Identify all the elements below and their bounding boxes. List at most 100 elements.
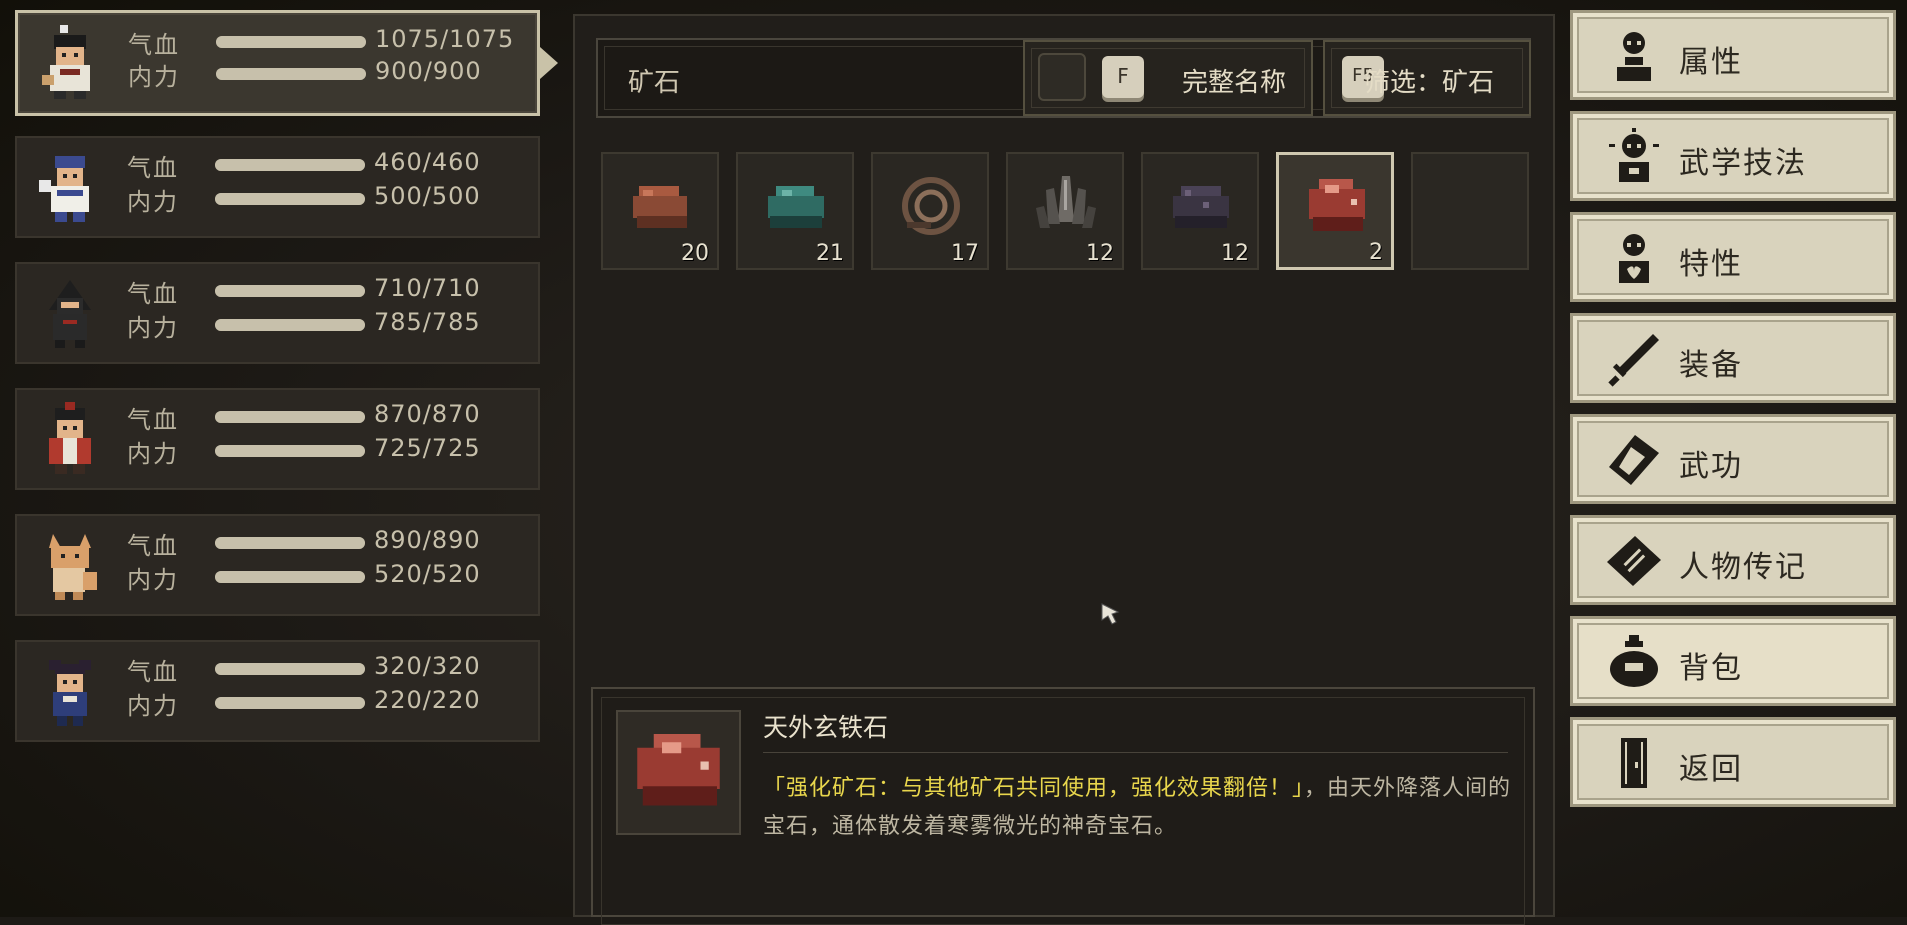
item-count: 12 xyxy=(1221,241,1249,266)
item-slot[interactable]: 20 xyxy=(601,152,719,270)
item-count: 21 xyxy=(816,241,844,266)
hp-value: 870/870 xyxy=(374,400,481,428)
mp-row: 内力 725/725 xyxy=(127,434,527,468)
hp-bar xyxy=(215,411,365,423)
hp-value: 890/890 xyxy=(374,526,481,554)
hp-value: 460/460 xyxy=(374,148,481,176)
menu-label: 背包 xyxy=(1679,651,1743,686)
fox-avatar xyxy=(49,534,97,600)
mp-value: 900/900 xyxy=(375,57,482,85)
mp-row: 内力 785/785 xyxy=(127,308,527,342)
item-slot[interactable]: 12 xyxy=(1141,152,1259,270)
hand-cursor-icon xyxy=(1101,603,1120,625)
party-member-1[interactable]: 气血 1075/1075 内力 900/900 xyxy=(15,10,558,116)
menu-return[interactable]: 返回 xyxy=(1570,717,1896,807)
fullname-checkbox[interactable] xyxy=(1038,53,1086,101)
party-member-6[interactable]: 气血 320/320 内力 220/220 xyxy=(15,640,540,742)
mp-value: 500/500 xyxy=(374,182,481,210)
mp-bar xyxy=(215,445,365,457)
menu-label: 人物传记 xyxy=(1679,550,1807,585)
brown-ore-icon xyxy=(633,186,687,228)
menu-label: 特性 xyxy=(1679,247,1743,282)
mp-value: 725/725 xyxy=(374,434,481,462)
f-key-icon: F xyxy=(1102,56,1144,98)
mp-value: 520/520 xyxy=(374,560,481,588)
hp-row: 气血 890/890 xyxy=(127,526,527,560)
menu-label: 武学技法 xyxy=(1679,146,1807,181)
hp-label: 气血 xyxy=(127,406,179,434)
hp-label: 气血 xyxy=(127,280,179,308)
ninja-avatar xyxy=(49,280,91,348)
hp-label: 气血 xyxy=(127,532,179,560)
hp-row: 气血 1075/1075 xyxy=(128,25,528,59)
item-count: 12 xyxy=(1086,241,1114,266)
menu-equipment[interactable]: 装备 xyxy=(1570,313,1896,403)
scholar-avatar xyxy=(39,156,89,222)
item-slot[interactable]: 12 xyxy=(1006,152,1124,270)
hero-avatar xyxy=(42,25,90,99)
mp-bar xyxy=(215,193,365,205)
hp-row: 气血 870/870 xyxy=(127,400,527,434)
menu-attributes[interactable]: 属性 xyxy=(1570,10,1896,100)
hp-label: 气血 xyxy=(127,658,179,686)
teal-ore-icon xyxy=(768,186,824,228)
mp-bar xyxy=(216,68,366,80)
mp-bar xyxy=(215,697,365,709)
search-text: 矿石 xyxy=(628,68,681,98)
selection-arrow-icon xyxy=(540,47,558,79)
hp-row: 气血 460/460 xyxy=(127,148,527,182)
item-name: 天外玄铁石 xyxy=(763,713,889,742)
party-member-2[interactable]: 气血 460/460 内力 500/500 xyxy=(15,136,540,238)
sword-icon xyxy=(1608,334,1659,387)
hp-value: 1075/1075 xyxy=(375,25,515,53)
mp-row: 内力 900/900 xyxy=(128,57,528,91)
hp-bar xyxy=(215,663,365,675)
red-meteor-ore-icon xyxy=(637,734,720,806)
mp-value: 785/785 xyxy=(374,308,481,336)
menu-biography[interactable]: 人物传记 xyxy=(1570,515,1896,605)
mp-row: 内力 500/500 xyxy=(127,182,527,216)
girl-avatar xyxy=(49,660,91,726)
menu-backpack[interactable]: 背包 xyxy=(1570,616,1896,706)
person-icon xyxy=(1617,32,1651,81)
hp-row: 气血 710/710 xyxy=(127,274,527,308)
hp-label: 气血 xyxy=(128,31,180,59)
mp-row: 内力 220/220 xyxy=(127,686,527,720)
heart-person-icon xyxy=(1619,234,1649,283)
item-slot-empty[interactable] xyxy=(1411,152,1529,270)
dark-ore-icon xyxy=(1173,186,1229,228)
item-description: 「强化矿石：与其他矿石共同使用，强化效果翻倍！」，由天外降落人间的宝石，通体散发… xyxy=(763,770,1513,846)
menu-traits[interactable]: 特性 xyxy=(1570,212,1896,302)
menu-martial-techniques[interactable]: 武学技法 xyxy=(1570,111,1896,201)
mp-label: 内力 xyxy=(127,314,179,342)
biography-book-icon xyxy=(1607,536,1661,586)
party-member-4[interactable]: 气血 870/870 内力 725/725 xyxy=(15,388,540,490)
hp-value: 710/710 xyxy=(374,274,481,302)
item-slot[interactable]: 21 xyxy=(736,152,854,270)
menu-label: 返回 xyxy=(1679,752,1743,787)
hp-bar xyxy=(216,36,366,48)
door-icon xyxy=(1621,738,1647,788)
hp-label: 气血 xyxy=(127,154,179,182)
menu-label: 属性 xyxy=(1679,45,1743,80)
warrior-avatar xyxy=(49,402,91,474)
item-slot-selected[interactable]: 2 xyxy=(1276,152,1394,270)
detail-item-image xyxy=(616,710,741,835)
hp-bar xyxy=(215,537,365,549)
item-slot[interactable]: 17 xyxy=(871,152,989,270)
mp-value: 220/220 xyxy=(374,686,481,714)
mp-label: 内力 xyxy=(127,188,179,216)
menu-label: 装备 xyxy=(1679,348,1743,383)
crystal-ore-icon xyxy=(1036,176,1096,228)
party-member-5[interactable]: 气血 890/890 内力 520/520 xyxy=(15,514,540,616)
mp-label: 内力 xyxy=(127,440,179,468)
mp-row: 内力 520/520 xyxy=(127,560,527,594)
idea-person-icon xyxy=(1609,128,1659,182)
item-count: 20 xyxy=(681,241,709,266)
menu-kung-fu[interactable]: 武功 xyxy=(1570,414,1896,504)
scroll-book-icon xyxy=(1609,435,1659,485)
hp-bar xyxy=(215,159,365,171)
red-meteor-ore-icon xyxy=(1309,179,1365,231)
party-member-3[interactable]: 气血 710/710 内力 785/785 xyxy=(15,262,540,364)
mp-bar xyxy=(215,571,365,583)
